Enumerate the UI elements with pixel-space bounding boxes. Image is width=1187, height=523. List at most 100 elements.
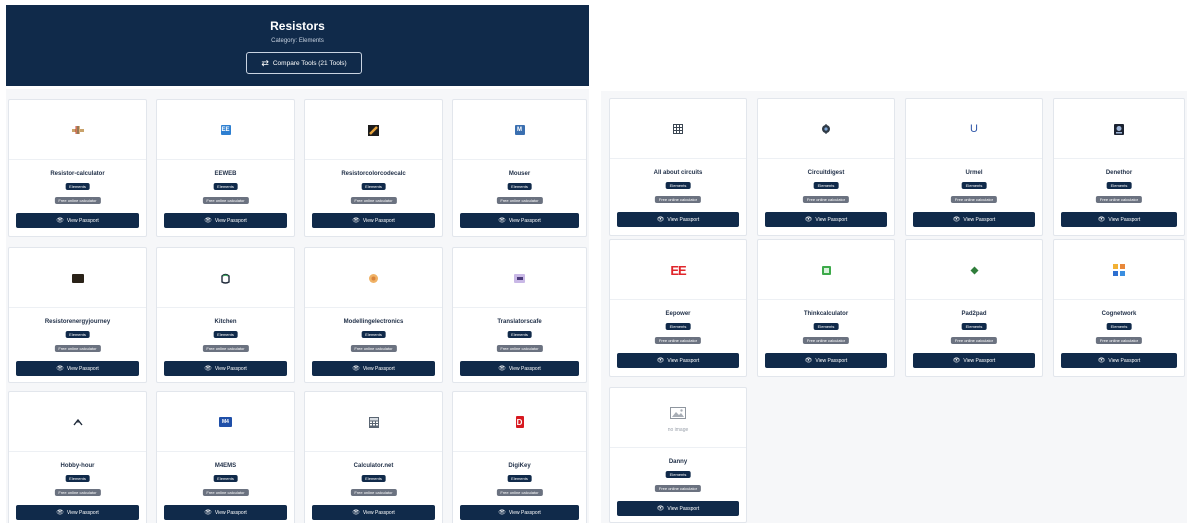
view-passport-button[interactable]: 👁 View Passport — [765, 353, 887, 368]
free-calculator-badge: Free online calculator — [54, 197, 101, 204]
tool-card: EE EEWEB Elements Free online calculator… — [156, 99, 295, 237]
tool-name: Urmel — [965, 170, 983, 176]
denethor-logo-icon — [1054, 117, 1184, 141]
tool-card: M4 M4EMS Elements Free online calculator… — [156, 391, 295, 523]
free-calculator-badge: Free online calculator — [350, 489, 397, 496]
eye-icon: 👁 — [1097, 357, 1106, 364]
tool-name: Danny — [668, 459, 688, 465]
view-passport-button[interactable]: 👁 View Passport — [913, 353, 1035, 368]
free-calculator-badge: Free online calculator — [202, 197, 249, 204]
free-calculator-badge: Free online calculator — [496, 345, 543, 352]
view-passport-button[interactable]: 👁 View Passport — [1061, 353, 1177, 368]
free-calculator-badge: Free online calculator — [54, 489, 101, 496]
tool-card: Kitchen Elements Free online calculator … — [156, 247, 295, 383]
eye-icon: 👁 — [56, 217, 64, 224]
category-badge: Elements — [507, 331, 532, 338]
compare-icon: ⇄ — [261, 57, 269, 68]
tool-name: All about circuits — [653, 170, 703, 176]
view-passport-button[interactable]: 👁 View Passport — [312, 213, 435, 228]
tool-card: Calculator.net Elements Free online calc… — [304, 391, 443, 523]
energyjourney-logo-icon — [9, 266, 146, 290]
category-badge: Elements — [65, 475, 90, 482]
view-passport-button[interactable]: 👁 View Passport — [16, 361, 139, 376]
compare-tools-button[interactable]: ⇄ Compare Tools (21 Tools) — [246, 52, 362, 74]
free-calculator-badge: Free online calculator — [802, 337, 850, 344]
eye-icon: 👁 — [352, 365, 360, 372]
free-calculator-badge: Free online calculator — [496, 197, 543, 204]
page-title: Resistors — [270, 19, 325, 33]
eye-icon: 👁 — [352, 509, 360, 516]
eye-icon: 👁 — [804, 216, 813, 223]
view-passport-button[interactable]: 👁 View Passport — [164, 361, 287, 376]
category-badge: Elements — [665, 323, 691, 330]
view-passport-button[interactable]: 👁 View Passport — [16, 505, 139, 520]
view-passport-button[interactable]: 👁 View Passport — [1061, 212, 1177, 227]
tool-name: Cognetwork — [1101, 311, 1137, 317]
tool-card: D DigiKey Elements Free online calculato… — [452, 391, 587, 523]
view-passport-button[interactable]: 👁 View Passport — [617, 353, 739, 368]
tool-card: Pad2pad Elements Free online calculator … — [905, 239, 1043, 377]
eye-icon: 👁 — [656, 357, 665, 364]
eeweb-logo-icon: EE — [220, 125, 231, 135]
view-passport-button[interactable]: 👁 View Passport — [617, 212, 739, 227]
free-calculator-badge: Free online calculator — [496, 489, 543, 496]
category-subtitle: Category: Elements — [271, 38, 324, 44]
free-calculator-badge: Free online calculator — [950, 196, 998, 203]
tool-name: Hobby-hour — [60, 463, 95, 469]
free-calculator-badge: Free online calculator — [1095, 337, 1143, 344]
free-calculator-badge: Free online calculator — [202, 489, 249, 496]
tool-card: EE Eepower Elements Free online calculat… — [609, 239, 747, 377]
compare-tools-label: Compare Tools (21 Tools) — [272, 59, 347, 67]
resistor-logo-icon — [9, 118, 146, 142]
free-calculator-badge: Free online calculator — [950, 337, 998, 344]
tool-card: Thinkcalculator Elements Free online cal… — [757, 239, 895, 377]
eye-icon: 👁 — [204, 365, 212, 372]
tool-card: M Mouser Elements Free online calculator… — [452, 99, 587, 237]
view-passport-button[interactable]: 👁 View Passport — [617, 501, 739, 516]
eye-icon: 👁 — [56, 365, 64, 372]
digikey-logo-icon: D — [515, 416, 524, 428]
tool-name: Mouser — [508, 171, 531, 177]
tool-name: Translatorscafe — [497, 319, 542, 325]
tool-name: M4EMS — [214, 463, 237, 469]
view-passport-button[interactable]: 👁 View Passport — [765, 212, 887, 227]
category-badge: Elements — [813, 323, 839, 330]
view-passport-button[interactable]: 👁 View Passport — [164, 505, 287, 520]
view-passport-button[interactable]: 👁 View Passport — [312, 505, 435, 520]
m4ems-logo-icon: M4 — [157, 410, 294, 434]
view-passport-button[interactable]: 👁 View Passport — [312, 361, 435, 376]
kitchen-logo-icon — [157, 266, 294, 290]
category-badge: Elements — [213, 475, 238, 482]
view-passport-button[interactable]: 👁 View Passport — [16, 213, 139, 228]
cognetwork-logo-icon — [1054, 258, 1184, 282]
no-image-icon — [669, 407, 686, 419]
tool-name: Eepower — [665, 311, 691, 317]
translatorscafe-logo-icon — [453, 266, 586, 290]
category-badge: Elements — [813, 182, 839, 189]
no-image-label: no image — [667, 427, 689, 433]
view-passport-button[interactable]: 👁 View Passport — [164, 213, 287, 228]
eye-icon: 👁 — [204, 509, 212, 516]
no-image-placeholder: no image — [610, 402, 746, 438]
category-badge: Elements — [1106, 323, 1132, 330]
eye-icon: 👁 — [352, 217, 360, 224]
category-badge: Elements — [65, 183, 90, 190]
view-passport-button[interactable]: 👁 View Passport — [460, 505, 579, 520]
tool-card: U Urmel Elements Free online calculator … — [905, 98, 1043, 236]
tool-name: Pad2pad — [961, 311, 987, 317]
tool-card: Resistorcolorcodecalc Elements Free onli… — [304, 99, 443, 237]
eye-icon: 👁 — [56, 509, 64, 516]
tool-name: Resistorcolorcodecalc — [341, 171, 406, 177]
category-badge: Elements — [961, 182, 987, 189]
free-calculator-badge: Free online calculator — [350, 345, 397, 352]
page: Resistors Category: Elements ⇄ Compare T… — [0, 0, 1187, 523]
calculatornet-logo-icon — [305, 410, 442, 434]
view-passport-button[interactable]: 👁 View Passport — [460, 361, 579, 376]
tool-name: Resistorenergyjourney — [44, 319, 111, 325]
eye-icon: 👁 — [804, 357, 813, 364]
tools-grid-right: All about circuits Elements Free online … — [601, 91, 1187, 523]
view-passport-button[interactable]: 👁 View Passport — [460, 213, 579, 228]
tool-name: Modellingelectronics — [343, 319, 404, 325]
view-passport-button[interactable]: 👁 View Passport — [913, 212, 1035, 227]
tool-name: Thinkcalculator — [803, 311, 849, 317]
